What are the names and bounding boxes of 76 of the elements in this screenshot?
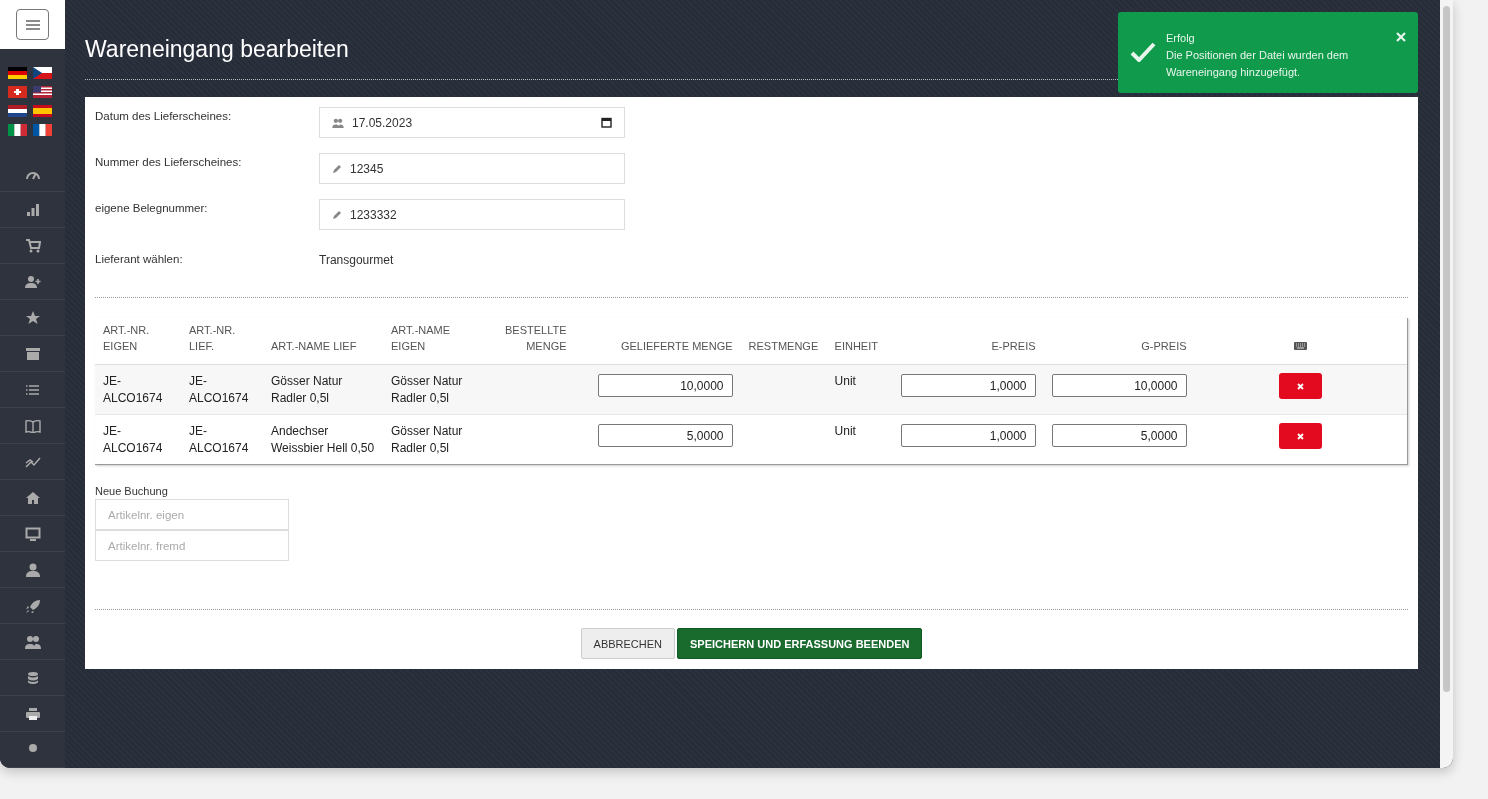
field-label: eigene Belegnummer:	[95, 201, 209, 214]
text-field[interactable]: 1233332	[319, 199, 625, 230]
monitor-icon	[24, 526, 41, 541]
french-flag-icon[interactable]	[33, 124, 52, 136]
scrollbar-thumb[interactable]	[1443, 6, 1450, 692]
unit-cell: Unit	[826, 414, 893, 464]
total-price-input[interactable]: 5,0000	[1051, 424, 1187, 447]
menu-button[interactable]	[16, 9, 49, 40]
quantity-input[interactable]: 5,0000	[597, 424, 733, 447]
italian-flag-icon[interactable]	[8, 124, 27, 136]
list-icon	[24, 382, 41, 397]
table-cell: Gösser Natur Radler 0,5l	[383, 364, 497, 415]
field-label: Lieferant wählen:	[95, 253, 184, 265]
quantity-input[interactable]: 10,0000	[597, 374, 733, 397]
cancel-button[interactable]: ABBRECHEN	[580, 628, 675, 659]
printer-icon	[24, 706, 41, 721]
table-cell: JE- ALCO1674	[95, 364, 181, 415]
add-user-icon	[24, 274, 41, 289]
article-number-input[interactable]: Artikelnr. fremd	[95, 530, 289, 561]
column-header: BESTELLTE MENGE	[497, 318, 575, 365]
table-cell: Andechser Weissbier Hell 0,50	[263, 414, 383, 464]
table-cell: JE- ALCO1674	[95, 414, 181, 464]
save-button[interactable]: SPEICHERN UND ERFASSUNG BEENDEN	[677, 628, 923, 659]
archive-box-icon	[24, 346, 41, 361]
czech-flag-icon[interactable]	[33, 67, 52, 79]
table-cell: Gösser Natur Radler 0,5l	[263, 364, 383, 415]
field-label: Nummer des Lieferscheines:	[95, 155, 243, 168]
pencil-icon	[332, 209, 342, 220]
toast-message: Die Positionen der Datei wurden dem Wareneingang hinzugefügt.	[1166, 48, 1350, 80]
close-icon	[1297, 382, 1305, 390]
home-icon	[24, 490, 41, 505]
total-price-input[interactable]: 10,0000	[1051, 374, 1187, 397]
column-header: E-PREIS	[892, 318, 1044, 365]
column-header: EINHEIT	[826, 318, 893, 365]
swiss-flag-icon[interactable]	[8, 86, 27, 98]
close-icon	[1297, 432, 1305, 440]
us-flag-icon[interactable]	[33, 86, 52, 98]
unit-price-input[interactable]: 1,0000	[900, 374, 1036, 397]
unit-cell: Unit	[826, 364, 893, 415]
star-icon	[24, 310, 41, 325]
keyboard-icon	[1294, 342, 1308, 350]
book-icon	[24, 418, 41, 433]
pencil-icon	[332, 163, 342, 174]
dutch-flag-icon[interactable]	[8, 105, 27, 117]
table-cell: JE- ALCO1674	[181, 364, 263, 415]
column-header: G-PREIS	[1043, 318, 1195, 365]
menu-icon	[25, 19, 40, 30]
rocket-icon	[24, 598, 41, 613]
section-title: Neue Buchung	[95, 485, 168, 497]
column-header: ART.-NAME EIGEN	[383, 318, 497, 365]
column-header: ART.-NAME LIEF	[263, 318, 383, 365]
date-field[interactable]: 17.05.2023	[319, 107, 625, 138]
column-header: ART.-NR. LIEF.	[181, 318, 263, 365]
table-cell: JE- ALCO1674	[181, 414, 263, 464]
table-cell: Gösser Natur Radler 0,5l	[383, 414, 497, 464]
close-icon[interactable]	[1396, 32, 1406, 42]
column-header: RESTMENGE	[740, 318, 827, 365]
delete-button[interactable]	[1279, 373, 1323, 399]
toast-title: Erfolg	[1166, 31, 1196, 46]
bar-chart-icon	[24, 202, 41, 217]
spanish-flag-icon[interactable]	[33, 105, 52, 117]
text-field[interactable]: 12345	[319, 153, 625, 184]
user-icon	[24, 562, 41, 577]
column-header: GELIEFERTE MENGE	[574, 318, 741, 365]
column-header: ART.-NR. EIGEN	[95, 318, 181, 365]
users-icon	[24, 634, 41, 649]
cart-icon	[24, 238, 41, 253]
article-number-input[interactable]: Artikelnr. eigen	[95, 499, 289, 530]
calendar-icon[interactable]	[601, 117, 612, 128]
checkmark-icon	[1130, 42, 1156, 62]
field-label: Datum des Lieferscheines:	[95, 109, 233, 122]
supplier-value: Transgourmet	[319, 253, 394, 267]
german-flag-icon[interactable]	[8, 67, 27, 79]
users-icon	[332, 117, 344, 128]
delete-button[interactable]	[1279, 423, 1323, 449]
unit-price-input[interactable]: 1,0000	[900, 424, 1036, 447]
